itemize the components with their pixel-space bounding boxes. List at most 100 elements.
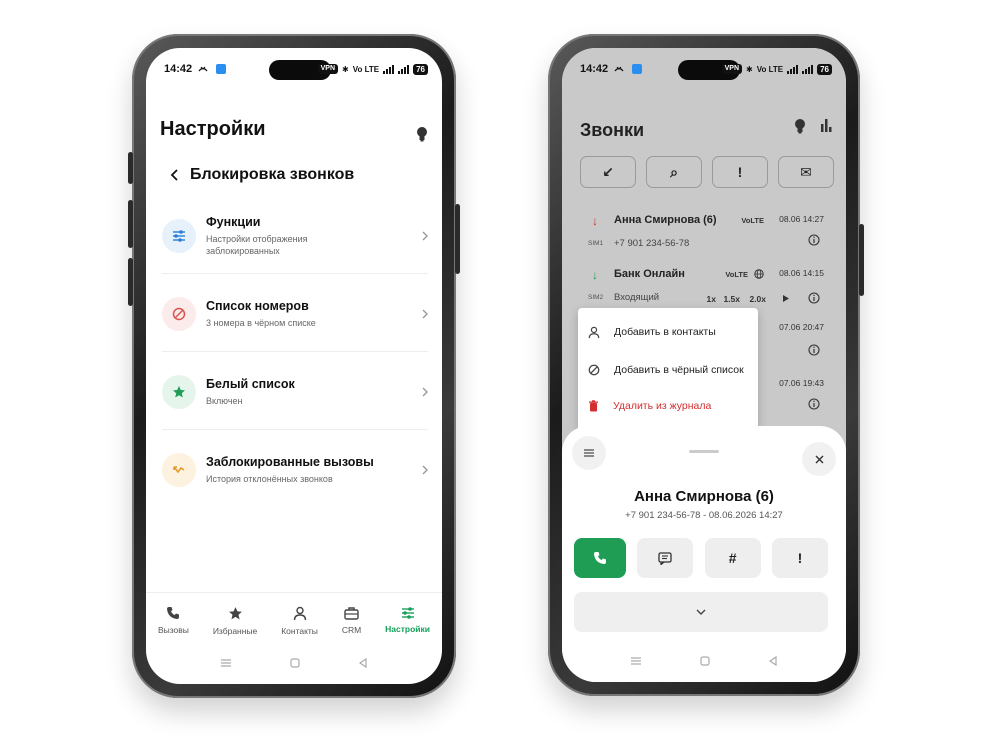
filter-missed-button[interactable]: ↙	[580, 156, 636, 188]
right-screen: 14:42 VPN ✱ Vo LTE 76 Звонки ↙ ⌕ ! ✉ ↓ А…	[562, 48, 846, 682]
person-icon	[588, 326, 600, 338]
filter-important-button[interactable]: !	[712, 156, 768, 188]
stats-icon[interactable]	[820, 118, 832, 132]
context-menu: Добавить в контакты Добавить в чёрный сп…	[578, 308, 758, 432]
menu-item-title: Список номеров	[206, 298, 309, 313]
recents-icon[interactable]	[630, 656, 642, 666]
sliders-icon	[401, 607, 414, 619]
dialpad-button[interactable]: #	[704, 538, 761, 578]
filter-search-button[interactable]: ⌕	[646, 156, 702, 188]
menu-item-number-list[interactable]: Список номеров 3 номера в чёрном списке	[162, 276, 428, 352]
menu-item-blocked-calls[interactable]: Заблокированные вызовы История отклонённ…	[162, 432, 428, 508]
call-date: 07.06 19:43	[779, 378, 824, 388]
signal-icon	[383, 64, 395, 74]
speed-2x-button[interactable]: 2.0x	[749, 294, 766, 304]
contact-meta: +7 901 234-56-78 - 08.06.2026 14:27	[625, 510, 783, 521]
nav-label: Избранные	[212, 625, 258, 636]
action-bar: # !	[574, 538, 828, 578]
contact-name: Анна Смирнова (6)	[634, 488, 774, 505]
nav-label: Настройки	[385, 624, 430, 634]
important-button[interactable]: !	[771, 538, 828, 578]
star-icon	[162, 374, 196, 409]
left-phone: 14:42 VPN ✱ Vo LTE 76 Настройки Блокиров…	[128, 34, 460, 698]
call-date: 08.06 14:15	[779, 268, 824, 278]
message-button[interactable]	[637, 538, 694, 578]
filter-messages-button[interactable]: ✉	[778, 156, 834, 188]
nav-settings[interactable]: Настройки	[385, 607, 430, 634]
play-icon[interactable]	[782, 294, 790, 303]
drag-handle[interactable]	[689, 450, 719, 453]
menu-button[interactable]	[572, 436, 606, 470]
caller-name: Анна Смирнова (6)	[614, 214, 717, 226]
menu-label: Добавить в контакты	[614, 326, 716, 338]
menu-delete-log[interactable]: Удалить из журнала	[588, 388, 750, 424]
battery-icon: 76	[413, 63, 428, 75]
call-row[interactable]: ↓ Банк Онлайн SIM2 Входящий VoLTE 08.06 …	[584, 258, 824, 312]
back-icon[interactable]	[170, 169, 178, 181]
status-bar: 14:42 VPN ✱ Vo LTE 76	[164, 61, 428, 77]
info-icon[interactable]	[808, 398, 820, 410]
signal-2-icon	[802, 64, 814, 74]
expand-button[interactable]	[574, 592, 828, 632]
info-icon[interactable]	[808, 234, 820, 246]
menu-item-functions[interactable]: Функции Настройки отображения заблокиров…	[162, 198, 428, 274]
block-icon	[588, 364, 600, 376]
lightbulb-icon[interactable]	[794, 118, 806, 134]
toolbar	[794, 118, 832, 134]
close-button[interactable]	[802, 442, 836, 476]
bluetooth-icon: ✱	[746, 64, 753, 74]
home-icon[interactable]	[290, 658, 300, 668]
signal-2-icon	[398, 64, 410, 74]
globe-icon	[754, 269, 764, 279]
info-icon[interactable]	[808, 344, 820, 356]
right-phone: 14:42 VPN ✱ Vo LTE 76 Звонки ↙ ⌕ ! ✉ ↓ А…	[548, 34, 864, 696]
menu-item-subtitle: История отклонённых звонков	[206, 474, 333, 484]
battery-icon: 76	[817, 63, 832, 75]
nav-crm[interactable]: CRM	[342, 606, 361, 635]
menu-item-title: Белый список	[206, 376, 295, 391]
menu-add-blacklist[interactable]: Добавить в чёрный список	[588, 352, 750, 388]
speed-1-5x-button[interactable]: 1.5x	[723, 294, 740, 304]
system-nav	[146, 654, 442, 672]
nav-calls[interactable]: Вызовы	[158, 606, 189, 635]
contact-bottom-sheet: Анна Смирнова (6) +7 901 234-56-78 - 08.…	[562, 426, 846, 682]
incoming-missed-icon: ↓	[592, 214, 598, 228]
sim-label: SIM2	[588, 294, 604, 301]
recents-icon[interactable]	[220, 658, 232, 668]
volte-badge: VoLTE	[741, 216, 764, 225]
nav-label: Контакты	[281, 625, 318, 636]
status-time: 14:42	[580, 63, 609, 75]
filter-bar: ↙ ⌕ ! ✉	[580, 156, 834, 188]
lightbulb-icon[interactable]	[416, 126, 428, 142]
volte-badge: VoLTE	[725, 270, 748, 279]
chevron-right-icon	[422, 465, 428, 475]
call-date: 07.06 20:47	[779, 322, 824, 332]
menu-item-whitelist[interactable]: Белый список Включен	[162, 354, 428, 430]
missed-call-status-icon	[198, 66, 208, 72]
home-icon[interactable]	[700, 656, 710, 666]
hamburger-icon	[584, 449, 594, 457]
missed-call-status-icon	[614, 66, 624, 72]
bluetooth-icon: ✱	[342, 64, 349, 74]
nav-favorites[interactable]: Избранные	[213, 606, 257, 636]
left-screen: 14:42 VPN ✱ Vo LTE 76 Настройки Блокиров…	[146, 48, 442, 684]
call-button[interactable]	[574, 538, 626, 578]
speed-1x-button[interactable]: 1x	[707, 294, 716, 304]
nav-label: Вызовы	[157, 625, 189, 635]
back-nav-icon[interactable]	[768, 656, 778, 666]
menu-label: Удалить из журнала	[613, 400, 712, 412]
menu-add-contact[interactable]: Добавить в контакты	[588, 314, 750, 350]
chevron-right-icon	[422, 387, 428, 396]
missed-call-icon	[162, 453, 196, 487]
message-icon	[658, 551, 672, 565]
back-header[interactable]: Блокировка звонков	[170, 166, 354, 184]
call-row[interactable]: ↓ Анна Смирнова (6) SIM1 +7 901 234-56-7…	[584, 204, 824, 258]
info-icon[interactable]	[808, 292, 820, 304]
sim-label: SIM1	[588, 240, 604, 247]
vpn-badge: VPN	[721, 64, 743, 74]
menu-label: Добавить в чёрный список	[614, 364, 744, 376]
vpn-badge: VPN	[317, 64, 339, 74]
chevron-right-icon	[422, 231, 428, 240]
nav-contacts[interactable]: Контакты	[281, 606, 318, 636]
back-nav-icon[interactable]	[358, 658, 368, 668]
